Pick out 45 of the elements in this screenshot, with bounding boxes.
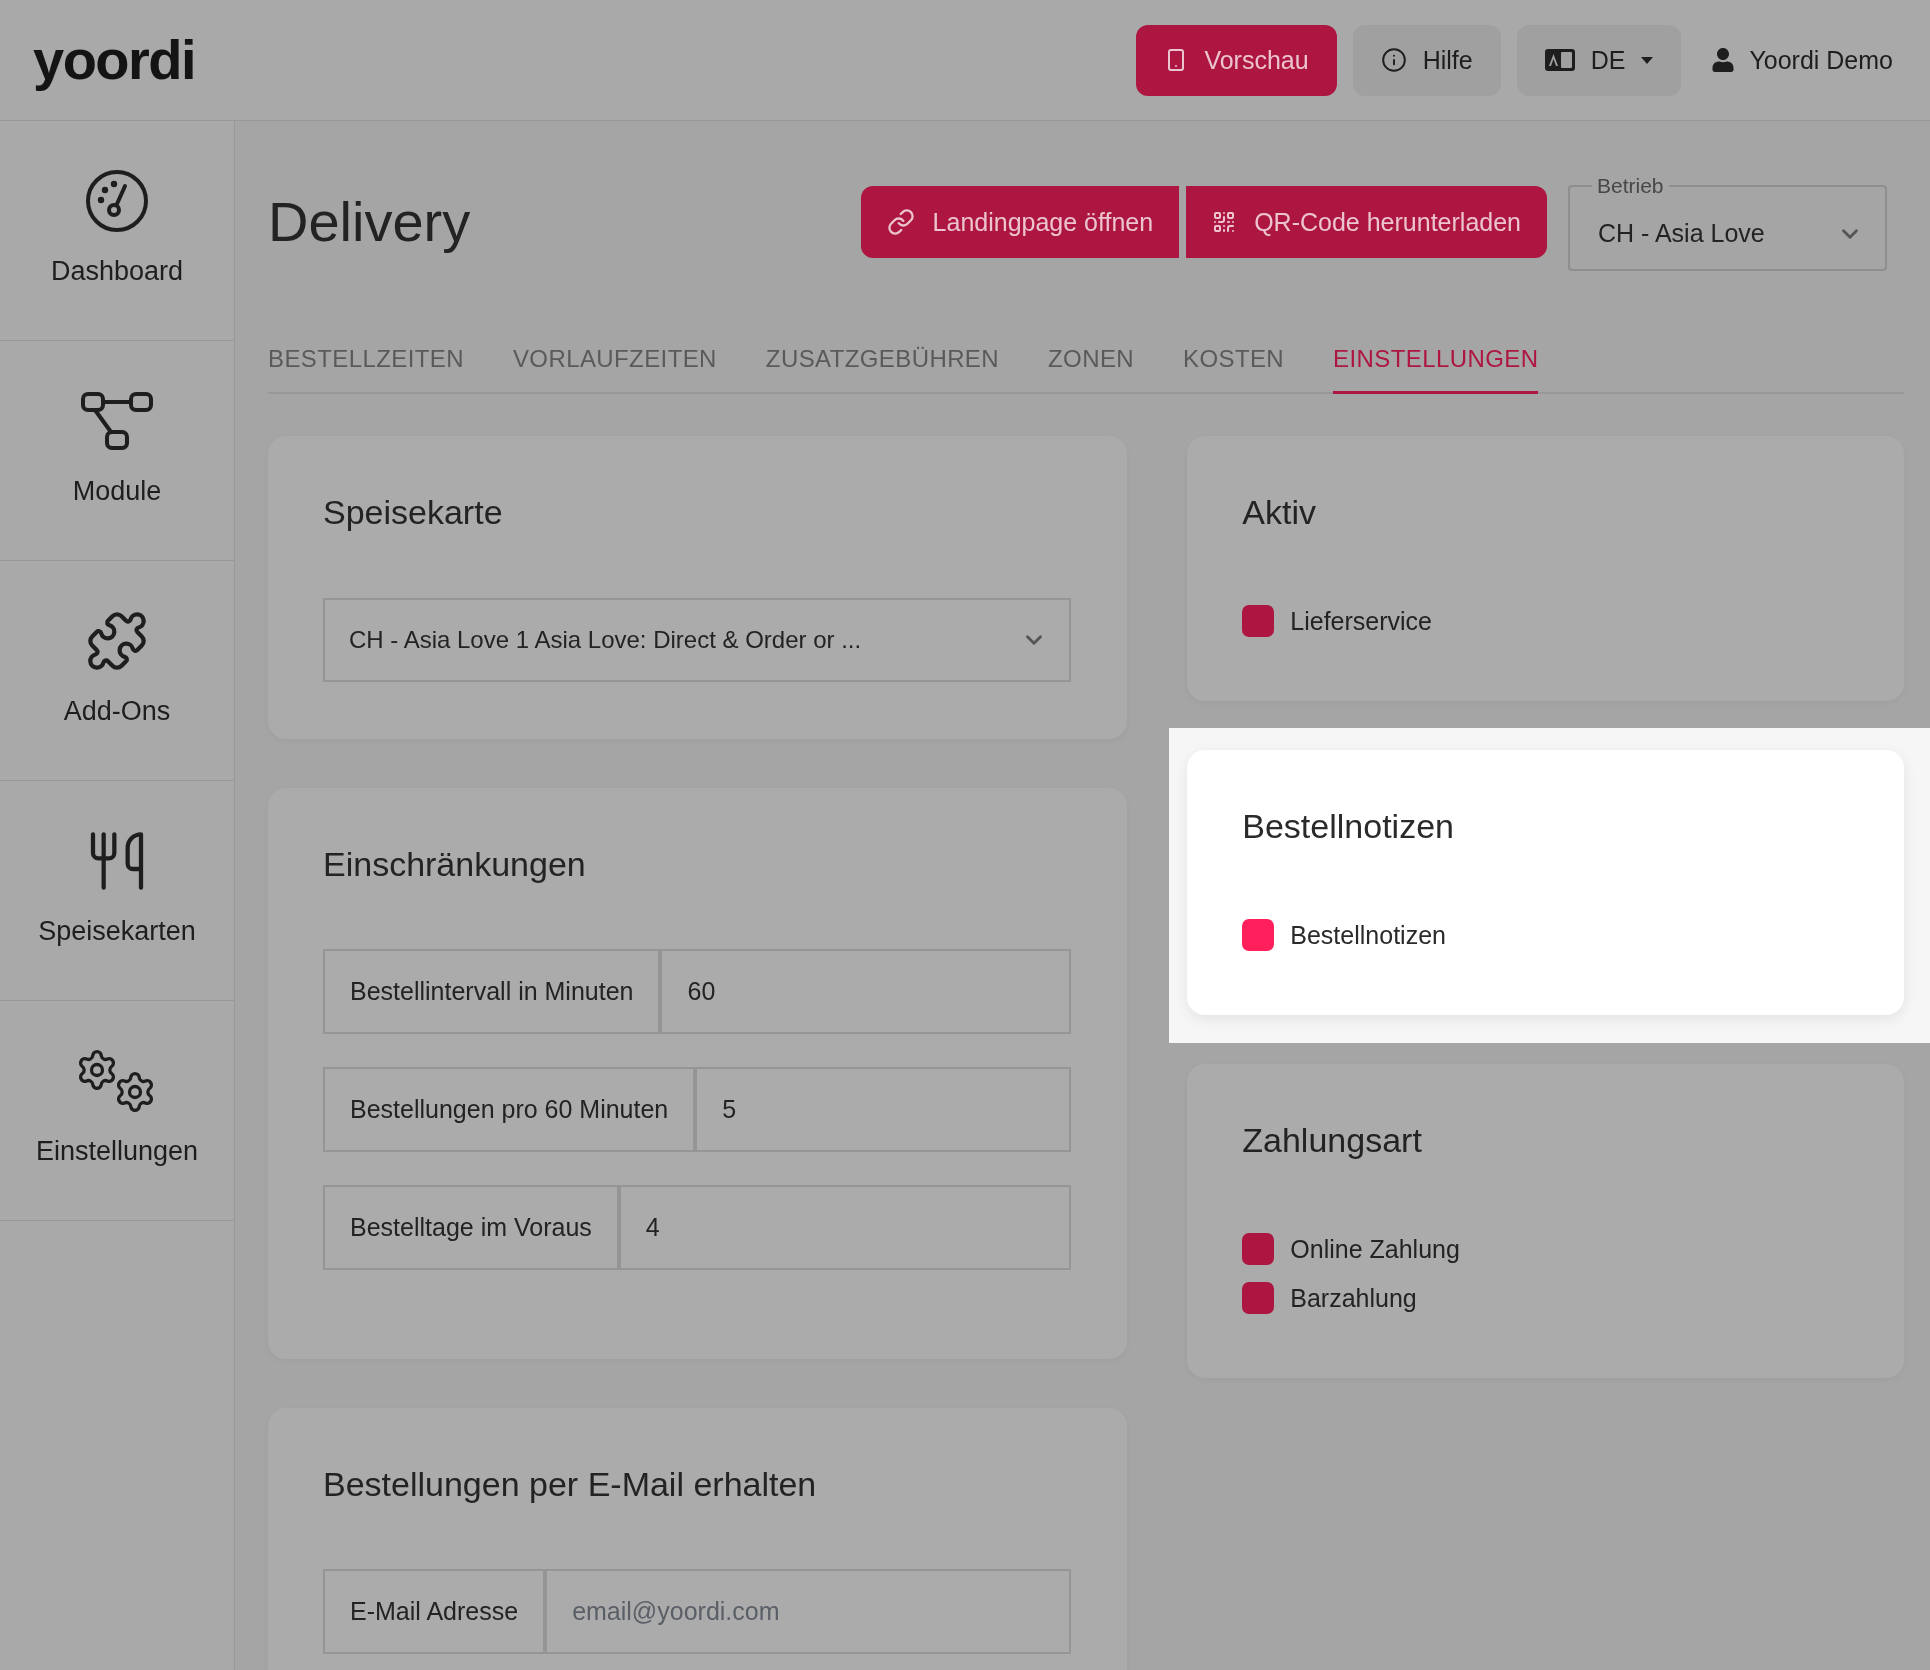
sidebar-item[interactable]: Dashboard <box>0 121 234 341</box>
qr-code-icon <box>1212 210 1237 234</box>
checkbox[interactable] <box>1242 1233 1275 1265</box>
language-button[interactable]: DE <box>1516 24 1682 96</box>
connected-nodes-icon <box>81 392 153 450</box>
caret-icon <box>1641 56 1654 64</box>
page-title: Delivery <box>268 189 471 255</box>
input-field[interactable]: 60 <box>660 949 1072 1034</box>
sidebar-item[interactable]: Speisekarten <box>0 781 234 1001</box>
menu-select[interactable]: CH - Asia Love 1 Asia Love: Direct & Order or ... <box>323 598 1072 682</box>
input-field[interactable]: 5 <box>695 1067 1072 1152</box>
card-title: Einschränkungen <box>323 844 587 884</box>
user-icon <box>1711 48 1736 72</box>
checkbox[interactable] <box>1242 605 1275 637</box>
input-field[interactable]: 4 <box>618 1185 1072 1270</box>
language-icon <box>1544 49 1575 71</box>
open-landingpage-button[interactable]: Landingpage öffnen <box>860 186 1180 258</box>
input-label: Bestelltage im Voraus <box>323 1185 619 1270</box>
card-title: Bestellnotizen <box>1242 806 1455 846</box>
download-qr-code-button[interactable]: QR-Code herunterladen <box>1186 186 1547 258</box>
checkbox-label: Online Zahlung <box>1290 1234 1460 1264</box>
card-title: Zahlungsart <box>1242 1120 1423 1160</box>
preview-button[interactable]: Vorschau <box>1136 24 1337 96</box>
puzzle-icon <box>85 609 149 673</box>
sidebar-item[interactable]: Module <box>0 341 234 561</box>
card-title: Speisekarte <box>323 492 504 532</box>
checkbox-label: Bestellnotizen <box>1290 920 1446 950</box>
help-button[interactable]: Hilfe <box>1352 24 1501 96</box>
input-label: Bestellintervall in Minuten <box>323 949 661 1034</box>
field-label: Betrieb <box>1596 174 1665 198</box>
checkbox[interactable] <box>1242 1282 1275 1314</box>
card-title: Aktiv <box>1242 492 1317 532</box>
checkbox-label: Barzahlung <box>1290 1283 1417 1313</box>
sidebar-item[interactable]: Einstellungen <box>0 1001 234 1221</box>
input-label: Bestellungen pro 60 Minuten <box>323 1067 696 1152</box>
user-menu[interactable]: Yoordi Demo <box>1711 45 1893 75</box>
info-icon <box>1380 47 1407 73</box>
input-field[interactable]: email@yoordi.com <box>545 1569 1072 1654</box>
checkbox-label: Lieferservice <box>1290 606 1432 636</box>
checkbox[interactable] <box>1242 919 1275 951</box>
card-title: Bestellungen per E-Mail erhalten <box>323 1464 818 1504</box>
link-icon <box>886 208 915 236</box>
input-label: E-Mail Adresse <box>323 1569 546 1654</box>
gauge-icon <box>85 169 149 233</box>
sidebar-item[interactable]: Add-Ons <box>0 561 234 781</box>
